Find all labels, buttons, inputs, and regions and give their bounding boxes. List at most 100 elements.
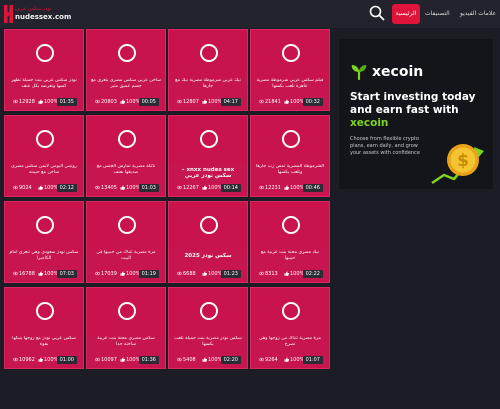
video-card[interactable]: نيك عربي شرموطة مصرية نيك مع جارها 12807 1…	[168, 29, 248, 111]
svg-text:$: $	[457, 151, 469, 171]
video-thumbnail[interactable]	[251, 202, 329, 250]
play-circle-icon[interactable]	[282, 302, 300, 320]
video-thumbnail[interactable]	[169, 116, 247, 164]
video-title[interactable]: سكس نودز مصرية بنت جميلة تلعب بكسها	[173, 336, 243, 354]
video-title[interactable]: نائكة مصرية تمارس الجنس مع صديقها بعنف	[91, 164, 161, 182]
play-circle-icon[interactable]	[36, 216, 54, 234]
thumbs-up-icon	[202, 271, 207, 276]
site-logo[interactable]: نودز سكس عربي nudessex.com	[4, 3, 71, 25]
view-count-value: 20803	[101, 99, 117, 105]
video-title[interactable]: مزة مصرية تتناك من حبيبها في البيت	[91, 250, 161, 268]
play-circle-icon[interactable]	[118, 216, 136, 234]
video-title[interactable]: سكس عربي نودز مع زوجها ينيكها بقوة	[9, 336, 79, 354]
play-circle-icon[interactable]	[282, 216, 300, 234]
video-thumbnail[interactable]	[87, 288, 165, 336]
video-card[interactable]: سكس نودز 2025 6688 100% 01:23	[168, 201, 248, 283]
thumbs-up-icon	[284, 185, 289, 190]
play-circle-icon[interactable]	[118, 302, 136, 320]
like-rating: 100%	[120, 356, 140, 364]
video-thumbnail[interactable]	[5, 116, 83, 164]
views-eye-icon	[13, 185, 18, 190]
view-count: 5408	[177, 356, 196, 364]
play-circle-icon[interactable]	[36, 130, 54, 148]
play-circle-icon[interactable]	[282, 44, 300, 62]
thumbs-up-icon	[120, 185, 125, 190]
video-grid: نودز سكس عربي بنت جميلة تظهر كسها وتعرضه…	[4, 28, 332, 409]
video-title[interactable]: سكس مصري محنة بنت عربية ساخنة جدا	[91, 336, 161, 354]
duration-badge: 00:46	[302, 184, 323, 192]
video-card[interactable]: ساخن عربي سكس مصري يتعرى مع جسم عميق مثي…	[86, 29, 166, 111]
video-card[interactable]: نيك مصري محنة بنت عربية مع حبيبها 8313 100…	[250, 201, 330, 283]
view-count-value: 12807	[183, 99, 199, 105]
video-title[interactable]: نيك عربي شرموطة مصرية نيك مع جارها	[173, 78, 243, 96]
duration-badge: 07:03	[56, 270, 77, 278]
views-eye-icon	[13, 99, 18, 104]
play-circle-icon[interactable]	[200, 44, 218, 62]
nav-categories-link[interactable]: التصنيفات	[425, 4, 450, 24]
video-title[interactable]: نودز سكس عربي بنت جميلة تظهر كسها وتعرضه…	[9, 78, 79, 96]
duration-badge: 02:20	[220, 356, 241, 364]
video-thumbnail[interactable]	[5, 202, 83, 250]
play-circle-icon[interactable]	[118, 44, 136, 62]
nav-tags-link[interactable]: علامات الفيديو	[460, 4, 496, 24]
video-thumbnail[interactable]	[87, 30, 165, 78]
video-title[interactable]: نيك مصري محنة بنت عربية مع حبيبها	[255, 250, 325, 268]
video-meta: 8313 100% 02:22	[255, 270, 325, 278]
view-count-value: 16788	[19, 271, 35, 277]
video-title[interactable]: سكس نودز 2025	[173, 253, 243, 271]
video-title[interactable]: ساخن عربي سكس مصري يتعرى مع جسم عميق مثي…	[91, 78, 161, 96]
video-card[interactable]: نائكة مصرية تمارس الجنس مع صديقها بعنف 13…	[86, 115, 166, 197]
video-title[interactable]: فيلم سكس عربي شرموطة مصرية عاهرة تلعب بك…	[255, 78, 325, 96]
video-card[interactable]: الشرموطة المصرية تمص زب جارها وتلعب بكسه…	[250, 115, 330, 197]
video-meta: 10097 100% 01:36	[91, 356, 161, 364]
video-card[interactable]: سكس مصري محنة بنت عربية ساخنة جدا 10097 10…	[86, 287, 166, 369]
video-thumbnail[interactable]	[5, 30, 83, 78]
like-rating: 100%	[284, 270, 304, 278]
duration-badge: 02:22	[302, 270, 323, 278]
video-card[interactable]: سكس نودز سعودي وهي تتعرى امام الكاميرا 16…	[4, 201, 84, 283]
video-thumbnail[interactable]	[87, 116, 165, 164]
video-thumbnail[interactable]	[5, 288, 83, 336]
play-circle-icon[interactable]	[36, 302, 54, 320]
search-icon[interactable]	[369, 5, 385, 21]
play-circle-icon[interactable]	[118, 130, 136, 148]
view-count-value: 6688	[183, 271, 196, 277]
duration-badge: 01:23	[220, 270, 241, 278]
video-thumbnail[interactable]	[169, 202, 247, 250]
video-card[interactable]: مزة مصرية تتناك من حبيبها في البيت 17039 1…	[86, 201, 166, 283]
video-thumbnail[interactable]	[251, 30, 329, 78]
nav-home-button[interactable]: الرئيسية	[392, 4, 420, 24]
video-meta: 12267 100% 00:14	[173, 184, 243, 192]
video-title[interactable]: سكس نودز سعودي وهي تتعرى امام الكاميرا	[9, 250, 79, 268]
video-meta: 21841 100% 00:32	[255, 98, 325, 106]
video-title[interactable]: مزة مصرية تتناك من زوجها وهي تصرخ	[255, 336, 325, 354]
play-circle-icon[interactable]	[200, 302, 218, 320]
views-eye-icon	[177, 99, 182, 104]
video-card[interactable]: xnxx nudes sex – سكس نودز عربي 12267 100% 0…	[168, 115, 248, 197]
video-thumbnail[interactable]	[169, 30, 247, 78]
video-thumbnail[interactable]	[169, 288, 247, 336]
video-thumbnail[interactable]	[87, 202, 165, 250]
video-card[interactable]: نودز سكس عربي بنت جميلة تظهر كسها وتعرضه…	[4, 29, 84, 111]
video-card[interactable]: سكس عربي نودز مع زوجها ينيكها بقوة 10962 1…	[4, 287, 84, 369]
ad-banner[interactable]: xecoin Start investing today and earn fa…	[339, 39, 493, 189]
video-title[interactable]: الشرموطة المصرية تمص زب جارها وتلعب بكسه…	[255, 164, 325, 182]
video-card[interactable]: فيلم سكس عربي شرموطة مصرية عاهرة تلعب بك…	[250, 29, 330, 111]
video-card[interactable]: روتيني اليومي لأيمن سكس مصري ساخن مع حبي…	[4, 115, 84, 197]
play-circle-icon[interactable]	[200, 130, 218, 148]
views-eye-icon	[259, 357, 264, 362]
video-title[interactable]: روتيني اليومي لأيمن سكس مصري ساخن مع حبي…	[9, 164, 79, 182]
video-thumbnail[interactable]	[251, 116, 329, 164]
video-title[interactable]: xnxx nudes sex – سكس نودز عربي	[173, 167, 243, 185]
views-eye-icon	[259, 185, 264, 190]
video-card[interactable]: سكس نودز مصرية بنت جميلة تلعب بكسها 5408 1…	[168, 287, 248, 369]
play-circle-icon[interactable]	[36, 44, 54, 62]
duration-badge: 00:05	[138, 98, 159, 106]
video-meta: 9024 100% 02:12	[9, 184, 79, 192]
like-rating: 100%	[120, 98, 140, 106]
view-count-value: 12267	[183, 185, 199, 191]
video-card[interactable]: مزة مصرية تتناك من زوجها وهي تصرخ 9264 100…	[250, 287, 330, 369]
play-circle-icon[interactable]	[282, 130, 300, 148]
video-thumbnail[interactable]	[251, 288, 329, 336]
play-circle-icon[interactable]	[200, 216, 218, 234]
